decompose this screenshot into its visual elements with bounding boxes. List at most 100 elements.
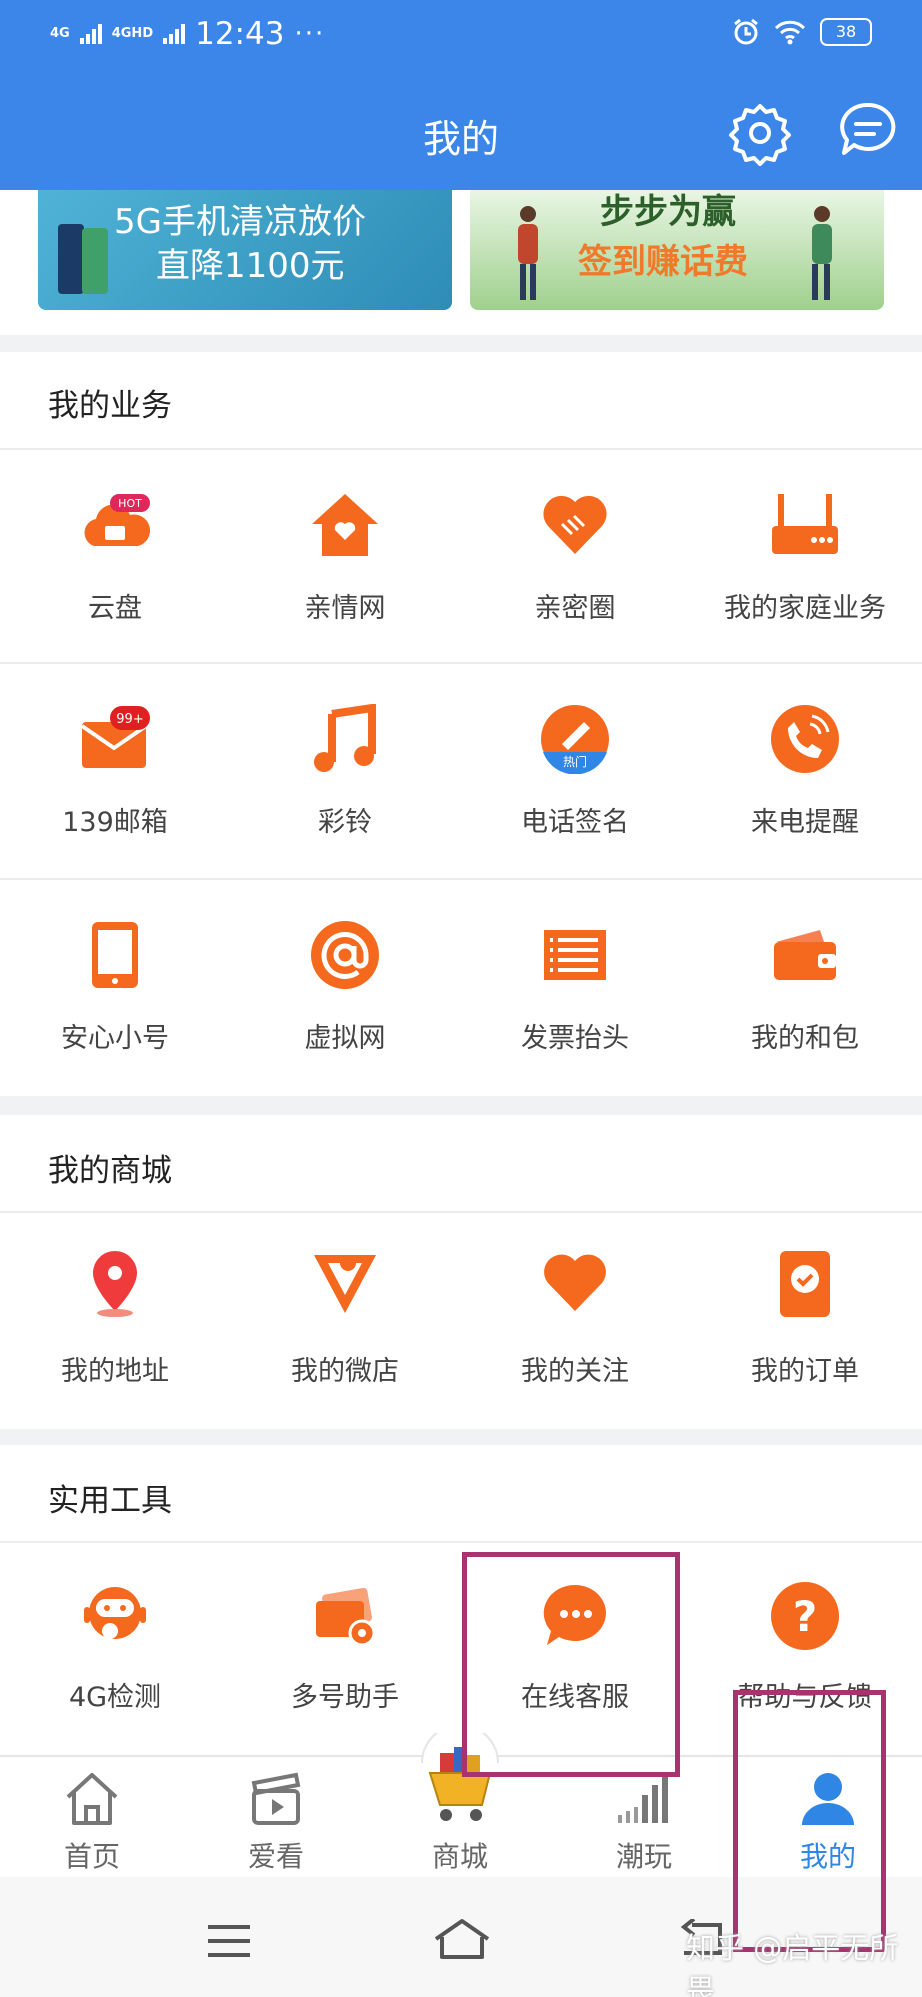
battery-indicator: 38 bbox=[820, 18, 872, 46]
grid-item-label: 来电提醒 bbox=[751, 807, 859, 838]
promo-banner-phone[interactable]: 5G手机清凉放价 直降1100元 bbox=[38, 190, 452, 310]
unread-badge: 99+ bbox=[116, 712, 143, 727]
hot-badge: HOT bbox=[118, 497, 142, 510]
grid-item-invoice-title[interactable]: 发票抬头 bbox=[460, 878, 690, 1096]
mobile-phone-icon bbox=[92, 922, 138, 988]
grid-item-label: 139邮箱 bbox=[62, 807, 168, 838]
home-nav-icon[interactable] bbox=[432, 1917, 492, 1961]
section-title: 实用工具 bbox=[48, 1483, 172, 1519]
grid-item-help-feedback[interactable]: ? 帮助与反馈 bbox=[690, 1541, 920, 1755]
grid-item-call-reminder[interactable]: 来电提醒 bbox=[690, 662, 920, 878]
grid-item-label: 亲密圈 bbox=[534, 593, 616, 624]
grid-item-label: 亲情网 bbox=[304, 593, 386, 624]
mail-icon: 99+ bbox=[80, 706, 150, 768]
message-icon[interactable] bbox=[838, 100, 898, 162]
handshake-heart-icon bbox=[543, 495, 607, 554]
menu-icon[interactable] bbox=[206, 1923, 252, 1959]
signal-4ghd-label: 4GHD bbox=[111, 26, 154, 41]
grid-item-virtual-network[interactable]: 虚拟网 bbox=[230, 878, 460, 1096]
bottom-tab-bar: 首页 爱看 商城 潮玩 我的 bbox=[0, 1733, 922, 1879]
page-header: 我的 bbox=[0, 72, 922, 190]
robot-icon bbox=[84, 1587, 146, 1639]
grid-item-label: 安心小号 bbox=[61, 1023, 169, 1054]
grid-item-label: 多号助手 bbox=[291, 1682, 399, 1713]
signal-bars-icon bbox=[79, 24, 102, 44]
grid-item-label: 4G检测 bbox=[68, 1682, 162, 1713]
screen: 4G 4GHD 12:43 ··· 38 我的 5G手机清凉放价 直降1100元… bbox=[0, 0, 922, 1997]
clock-time: 12:43 bbox=[195, 16, 285, 52]
banner-line1: 步步为赢 bbox=[600, 192, 736, 232]
tab-mall[interactable]: 商城 bbox=[368, 1733, 552, 1879]
grid-item-secure-number[interactable]: 安心小号 bbox=[0, 878, 230, 1096]
chat-bubble-icon bbox=[543, 1584, 606, 1645]
tab-trend[interactable]: 潮玩 bbox=[552, 1757, 736, 1879]
at-sign-icon bbox=[311, 921, 379, 989]
section-tools: 实用工具 4G检测 多号助手 在线客服 ? 帮助与反馈 bbox=[0, 1445, 922, 1755]
grid-item-139-mail[interactable]: 99+ 139邮箱 bbox=[0, 662, 230, 878]
promo-banner-checkin[interactable]: 步步为赢 签到赚话费 bbox=[470, 190, 884, 310]
notification-dots: ··· bbox=[294, 19, 326, 49]
heart-icon bbox=[544, 1254, 606, 1311]
tab-label: 潮玩 bbox=[615, 1840, 672, 1873]
grid-item-my-address[interactable]: 我的地址 bbox=[0, 1211, 230, 1429]
grid-item-intimate-circle[interactable]: 亲密圈 bbox=[460, 448, 690, 662]
alarm-icon bbox=[734, 18, 758, 45]
wallet-icon bbox=[774, 930, 836, 980]
banner-line1: 5G手机清凉放价 bbox=[114, 202, 366, 242]
user-icon bbox=[802, 1773, 854, 1825]
pen-signature-icon: 热门 bbox=[541, 705, 609, 774]
signal-4g-label: 4G bbox=[50, 26, 70, 41]
grid-item-label: 我的微店 bbox=[291, 1356, 399, 1387]
home-heart-icon bbox=[312, 494, 378, 556]
grid-item-my-orders[interactable]: 我的订单 bbox=[690, 1211, 920, 1429]
grid-item-4g-check[interactable]: 4G检测 bbox=[0, 1541, 230, 1755]
banner-line2: 签到赚话费 bbox=[578, 242, 748, 282]
grid-item-online-service[interactable]: 在线客服 bbox=[460, 1541, 690, 1755]
grid-item-label: 帮助与反馈 bbox=[737, 1682, 873, 1713]
grid-item-call-signature[interactable]: 热门 电话签名 bbox=[460, 662, 690, 878]
hot-tag: 热门 bbox=[563, 754, 587, 769]
tab-label: 首页 bbox=[63, 1840, 120, 1873]
section-title: 我的业务 bbox=[48, 388, 172, 424]
watermark-text: 知乎 @启平无所畏 bbox=[686, 1931, 899, 1997]
location-pin-icon bbox=[93, 1251, 137, 1317]
grid-item-label: 电话签名 bbox=[521, 807, 629, 838]
store-icon bbox=[314, 1255, 376, 1313]
grid-item-ringtone[interactable]: 彩铃 bbox=[230, 662, 460, 878]
phone-ring-icon bbox=[771, 705, 839, 773]
banner-row: 5G手机清凉放价 直降1100元 步步为赢 签到赚话费 bbox=[0, 190, 922, 335]
section-title: 我的商城 bbox=[48, 1153, 172, 1189]
phone-product-icon bbox=[58, 224, 108, 294]
tab-mine[interactable]: 我的 bbox=[736, 1757, 920, 1879]
grid-item-cloud-drive[interactable]: HOT 云盘 bbox=[0, 448, 230, 662]
grid-item-label: 彩铃 bbox=[318, 807, 372, 838]
grid-item-label: 我的订单 bbox=[751, 1356, 859, 1387]
grid-item-home-business[interactable]: 我的家庭业务 bbox=[690, 448, 920, 662]
tab-label: 商城 bbox=[431, 1840, 488, 1873]
grid-item-label: 我的和包 bbox=[751, 1023, 859, 1054]
grid-item-label: 我的家庭业务 bbox=[724, 593, 886, 624]
grid-item-label: 发票抬头 bbox=[521, 1023, 629, 1054]
grid-item-my-shop[interactable]: 我的微店 bbox=[230, 1211, 460, 1429]
grid-item-my-wallet[interactable]: 我的和包 bbox=[690, 878, 920, 1096]
question-icon: ? bbox=[771, 1582, 839, 1650]
grid-item-label: 虚拟网 bbox=[304, 1023, 386, 1054]
signal-bars-icon bbox=[163, 24, 186, 44]
grid-item-label: 我的关注 bbox=[521, 1356, 629, 1387]
signal-bars-icon bbox=[618, 1775, 668, 1823]
cards-gear-icon bbox=[316, 1587, 376, 1647]
grid-item-multi-number[interactable]: 多号助手 bbox=[230, 1541, 460, 1755]
tab-watch[interactable]: 爱看 bbox=[184, 1757, 368, 1879]
video-clapper-icon bbox=[251, 1772, 301, 1825]
settings-gear-icon[interactable] bbox=[727, 100, 793, 166]
svg-text:?: ? bbox=[793, 1592, 817, 1641]
grid-item-label: 我的地址 bbox=[61, 1356, 169, 1387]
grid-item-my-follow[interactable]: 我的关注 bbox=[460, 1211, 690, 1429]
tab-home[interactable]: 首页 bbox=[0, 1757, 184, 1879]
section-my-mall: 我的商城 我的地址 我的微店 我的关注 我的订单 bbox=[0, 1115, 922, 1429]
grid-item-label: 在线客服 bbox=[521, 1682, 629, 1713]
tab-label: 爱看 bbox=[247, 1840, 304, 1873]
grid-item-family-network[interactable]: 亲情网 bbox=[230, 448, 460, 662]
music-note-icon bbox=[314, 704, 376, 772]
tab-label: 我的 bbox=[799, 1840, 856, 1873]
